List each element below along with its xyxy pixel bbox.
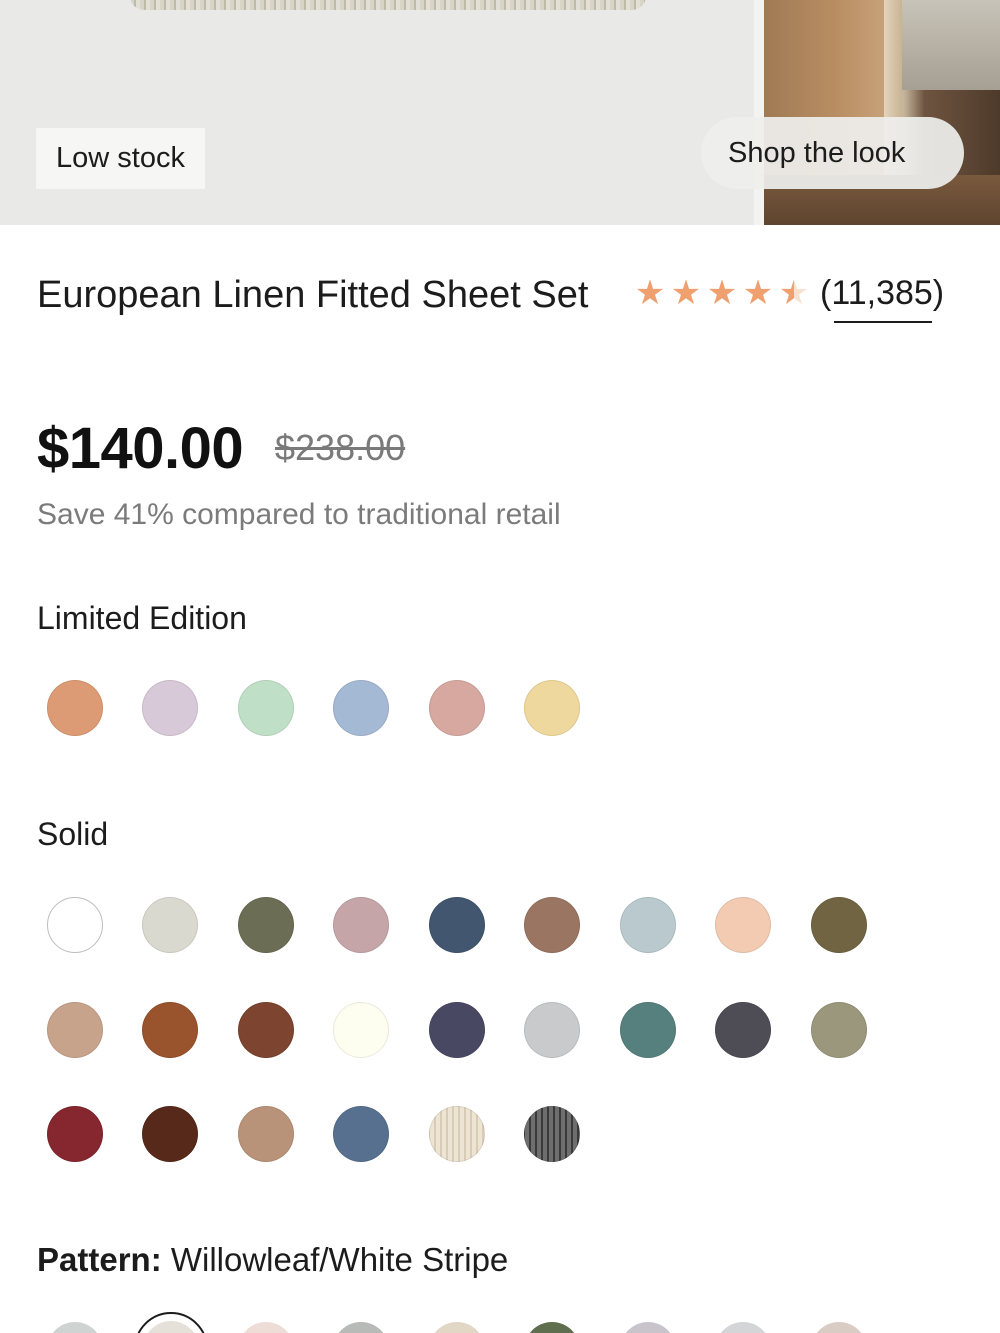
pattern-heading: Pattern: Willowleaf/White Stripe bbox=[37, 1241, 508, 1279]
solid-color-swatch[interactable] bbox=[524, 897, 580, 953]
solid-color-swatch[interactable] bbox=[620, 1002, 676, 1058]
secondary-product-image[interactable] bbox=[764, 0, 1000, 225]
shop-the-look-button[interactable]: Shop the look bbox=[701, 117, 964, 189]
solid-color-swatch[interactable] bbox=[142, 1002, 198, 1058]
solid-color-swatch[interactable] bbox=[47, 1106, 103, 1162]
solid-color-swatch[interactable] bbox=[142, 897, 198, 953]
solid-color-swatch[interactable] bbox=[524, 1002, 580, 1058]
pattern-swatch[interactable] bbox=[715, 1322, 771, 1333]
review-count-underline bbox=[834, 320, 933, 323]
solid-color-swatch[interactable] bbox=[811, 1002, 867, 1058]
solid-color-swatch[interactable] bbox=[47, 1002, 103, 1058]
solid-color-swatch[interactable] bbox=[333, 1106, 389, 1162]
product-photo-sheet bbox=[130, 0, 646, 10]
product-rating[interactable]: ★ ★ ★ ★ ★ (11,385) bbox=[632, 268, 945, 323]
pattern-swatch[interactable] bbox=[524, 1322, 580, 1333]
product-title: European Linen Fitted Sheet Set bbox=[37, 274, 589, 316]
limited-color-swatch[interactable] bbox=[429, 680, 485, 736]
carousel-divider bbox=[754, 0, 764, 225]
limited-color-swatch[interactable] bbox=[142, 680, 198, 736]
hero-image-carousel[interactable]: Low stock Shop the look bbox=[0, 0, 1000, 225]
savings-text: Save 41% compared to traditional retail bbox=[37, 498, 561, 531]
pattern-swatch[interactable] bbox=[333, 1322, 389, 1333]
solid-color-swatch[interactable] bbox=[238, 1106, 294, 1162]
sale-price: $140.00 bbox=[37, 416, 244, 481]
solid-color-swatch[interactable] bbox=[333, 897, 389, 953]
product-image bbox=[0, 0, 754, 225]
solid-color-swatch[interactable] bbox=[47, 897, 103, 953]
limited-edition-heading: Limited Edition bbox=[37, 600, 247, 636]
review-count-link[interactable]: (11,385) bbox=[820, 273, 945, 323]
pattern-swatch[interactable] bbox=[238, 1322, 294, 1333]
review-count: (11,385) bbox=[820, 273, 945, 312]
solid-color-swatch[interactable] bbox=[524, 1106, 580, 1162]
original-price: $238.00 bbox=[275, 427, 406, 468]
limited-color-swatch[interactable] bbox=[238, 680, 294, 736]
half-star-icon: ★ bbox=[776, 276, 812, 310]
solid-color-swatch[interactable] bbox=[238, 1002, 294, 1058]
star-icon: ★ bbox=[634, 274, 666, 312]
star-icon: ★ bbox=[670, 274, 702, 312]
limited-color-swatch[interactable] bbox=[333, 680, 389, 736]
image-detail-panel bbox=[894, 0, 1000, 90]
pattern-swatch[interactable] bbox=[811, 1322, 867, 1333]
rating-stars: ★ ★ ★ ★ ★ bbox=[632, 276, 812, 310]
solid-color-swatch[interactable] bbox=[429, 1106, 485, 1162]
solid-color-swatch[interactable] bbox=[238, 897, 294, 953]
solid-color-swatch[interactable] bbox=[429, 897, 485, 953]
solid-heading: Solid bbox=[37, 816, 109, 852]
solid-color-swatch[interactable] bbox=[715, 897, 771, 953]
solid-color-swatch[interactable] bbox=[429, 1002, 485, 1058]
pattern-swatch[interactable] bbox=[620, 1322, 676, 1333]
low-stock-badge: Low stock bbox=[36, 128, 205, 189]
pattern-swatch[interactable] bbox=[47, 1322, 103, 1333]
solid-color-swatch[interactable] bbox=[333, 1002, 389, 1058]
star-icon: ★ bbox=[706, 274, 738, 312]
solid-color-swatch[interactable] bbox=[715, 1002, 771, 1058]
star-icon: ★ bbox=[742, 274, 774, 312]
pattern-label: Pattern: bbox=[37, 1241, 162, 1278]
limited-color-swatch[interactable] bbox=[524, 680, 580, 736]
solid-color-swatch[interactable] bbox=[142, 1106, 198, 1162]
limited-color-swatch[interactable] bbox=[47, 680, 103, 736]
solid-color-swatch[interactable] bbox=[811, 897, 867, 953]
solid-color-swatch[interactable] bbox=[620, 897, 676, 953]
pattern-selected-value: Willowleaf/White Stripe bbox=[170, 1241, 509, 1278]
pattern-swatch[interactable] bbox=[429, 1322, 485, 1333]
